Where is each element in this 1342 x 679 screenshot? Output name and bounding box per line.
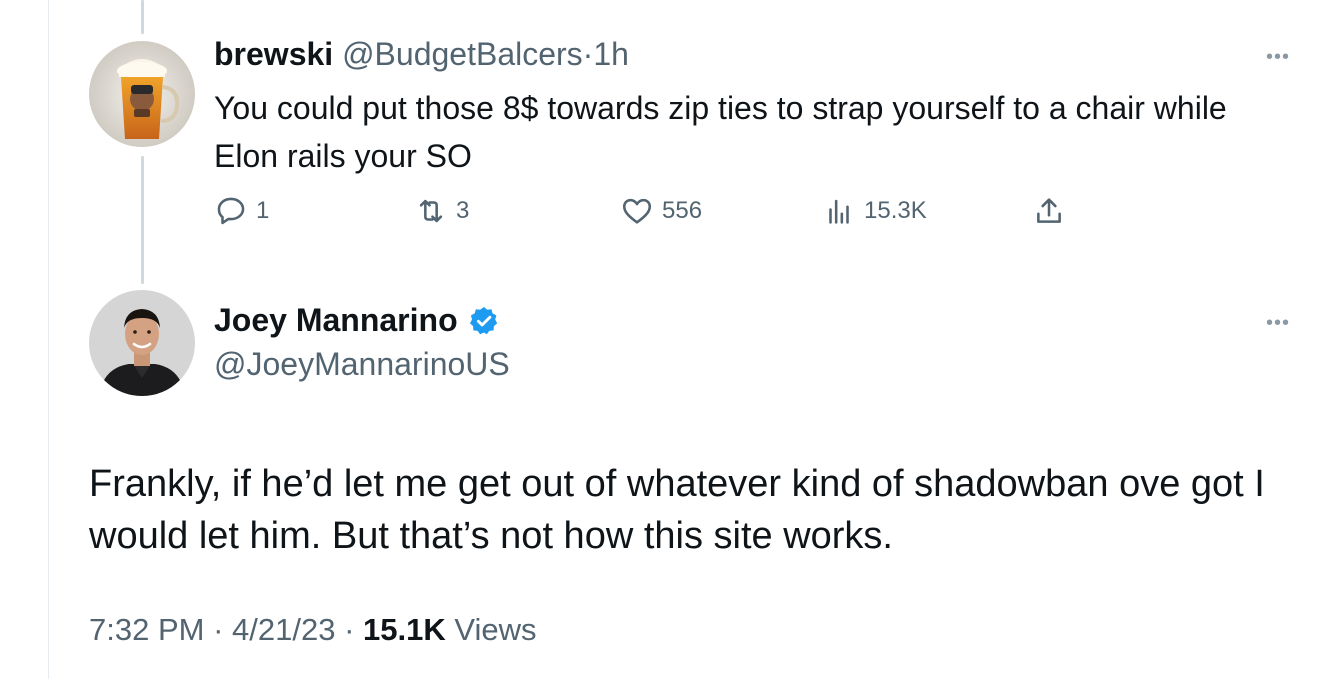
share-icon — [1037, 198, 1061, 223]
joey-avatar[interactable] — [89, 290, 195, 396]
retweet-count: 3 — [456, 197, 470, 224]
reply-handle[interactable]: @BudgetBalcers — [342, 36, 583, 72]
thread-line-connector — [141, 156, 144, 284]
tweet-meta: 7:32 PM · 4/21/23 · 15.1K Views — [89, 612, 537, 648]
reply-button[interactable]: 1 — [214, 194, 269, 228]
separator-dot: · — [582, 36, 594, 72]
main-tweet-text: Frankly, if he’d let me get out of whate… — [89, 463, 1265, 557]
more-horizontal-icon[interactable]: ••• — [1266, 313, 1290, 333]
retweet-icon — [419, 199, 443, 223]
like-button[interactable]: 556 — [620, 194, 702, 228]
views-count: 15.3K — [864, 197, 927, 224]
reply-display-name[interactable]: brewski — [214, 36, 333, 72]
separator-dot: · — [344, 612, 355, 647]
separator-dot: · — [213, 612, 224, 647]
main-name-row: Joey Mannarino — [214, 302, 500, 339]
tweet-views-label: Views — [454, 612, 537, 647]
main-handle[interactable]: @JoeyMannarinoUS — [214, 346, 510, 383]
reply-timestamp[interactable]: 1h — [593, 36, 629, 72]
thread-line-top — [141, 0, 144, 34]
comment-icon — [217, 197, 245, 225]
share-button[interactable] — [1032, 194, 1066, 228]
analytics-icon — [829, 199, 849, 224]
like-count: 556 — [662, 197, 703, 224]
verified-badge-icon[interactable] — [468, 305, 500, 337]
tweet-thread: brewski @BudgetBalcers·1h ••• You could … — [0, 0, 1342, 679]
reply-count: 1 — [256, 197, 270, 224]
heart-icon — [622, 198, 652, 224]
tweet-views-count[interactable]: 15.1K — [363, 612, 446, 647]
profile-photo-avatar — [89, 290, 195, 396]
reply-header: brewski @BudgetBalcers·1h — [214, 36, 629, 73]
reply-action-bar: 1 3 556 15.3K — [214, 194, 1074, 234]
tweet-date[interactable]: 4/21/23 — [232, 612, 335, 647]
tweet-time[interactable]: 7:32 PM — [89, 612, 204, 647]
retweet-button[interactable]: 3 — [414, 194, 469, 228]
beer-mug-avatar — [89, 41, 195, 147]
main-display-name[interactable]: Joey Mannarino — [214, 302, 458, 339]
brewski-avatar[interactable] — [89, 41, 195, 147]
views-button[interactable]: 15.3K — [822, 194, 927, 228]
reply-tweet-text: You could put those 8$ towards zip ties … — [214, 90, 1227, 174]
more-horizontal-icon[interactable]: ••• — [1266, 47, 1290, 67]
column-border — [48, 0, 49, 679]
